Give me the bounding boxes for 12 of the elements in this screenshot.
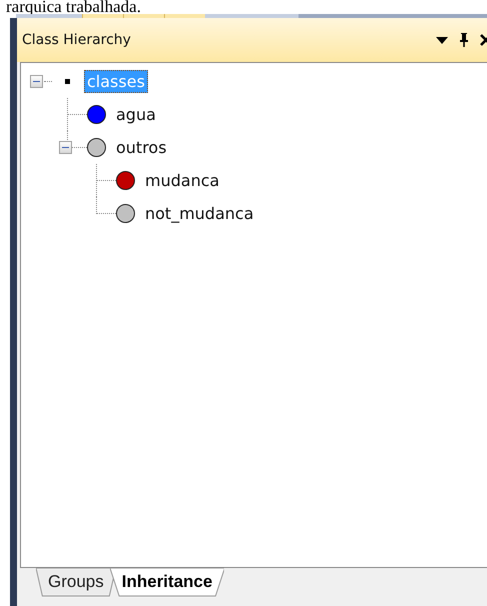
tree-item[interactable]: outros [113, 136, 170, 159]
tree-item[interactable]: agua [113, 103, 159, 126]
pin-icon[interactable] [458, 32, 470, 48]
collapse-toggle[interactable] [59, 141, 72, 154]
collapse-toggle[interactable] [30, 75, 43, 88]
document-text: rarquica trabalhada. [5, 0, 142, 14]
tree-item[interactable]: mudanca [142, 169, 222, 192]
panel-title: Class Hierarchy [22, 32, 132, 48]
tab[interactable]: Inheritance [110, 568, 224, 597]
tab[interactable]: Groups [36, 568, 116, 597]
tree-item[interactable]: not_mudanca [142, 202, 257, 225]
root-icon [64, 79, 70, 84]
